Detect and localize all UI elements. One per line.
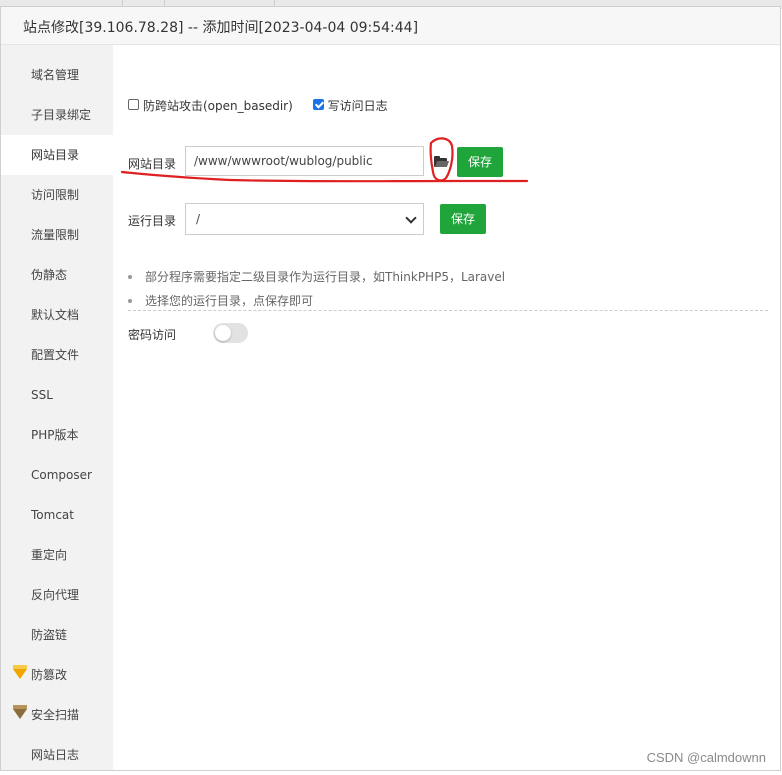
sidebar-item-default-document[interactable]: 默认文档: [1, 295, 113, 335]
sidebar-item-label: 伪静态: [31, 268, 68, 282]
save-run-directory-button[interactable]: 保存: [440, 204, 486, 234]
password-access-toggle[interactable]: [213, 323, 248, 343]
sidebar-item-domain-management[interactable]: 域名管理: [1, 55, 113, 95]
sidebar-item-label: 访问限制: [31, 188, 80, 202]
sidebar-item-php-version[interactable]: PHP版本: [1, 415, 113, 455]
site-directory-label: 网站目录: [128, 157, 177, 171]
sidebar-item-security-scan[interactable]: 安全扫描: [1, 695, 113, 735]
sidebar-item-ssl[interactable]: SSL: [1, 375, 113, 415]
run-directory-label: 运行目录: [128, 214, 177, 228]
sidebar-item-label: 防盗链: [31, 628, 68, 642]
site-directory-panel: 防跨站攻击(open_basedir) 写访问日志 网站目录 保存 运行目录 /…: [113, 45, 780, 770]
sidebar-item-label: SSL: [31, 388, 53, 402]
sidebar-item-label: PHP版本: [31, 428, 79, 442]
csdn-watermark: CSDN @calmdownn: [646, 750, 766, 765]
sidebar-item-rewrite[interactable]: 伪静态: [1, 255, 113, 295]
save-site-directory-button[interactable]: 保存: [457, 147, 503, 177]
sidebar-item-redirect[interactable]: 重定向: [1, 535, 113, 575]
sidebar-item-label: 网站目录: [31, 148, 80, 162]
sidebar-item-tomcat[interactable]: Tomcat: [1, 495, 113, 535]
chevron-down-icon: [405, 212, 417, 224]
sidebar-item-label: 子目录绑定: [31, 108, 92, 122]
settings-sidebar: 域名管理 子目录绑定 网站目录 访问限制 流量限制 伪静态 默认文档 配置文件 …: [1, 45, 113, 770]
access-log-option[interactable]: 写访问日志: [312, 97, 388, 114]
dialog-titlebar[interactable]: 站点修改[39.106.78.28] -- 添加时间[2023-04-04 09…: [1, 7, 780, 45]
run-directory-value: /: [196, 212, 201, 226]
sidebar-item-label: 反向代理: [31, 588, 80, 602]
sidebar-item-label: Composer: [31, 468, 92, 482]
sidebar-item-hotlink-protection[interactable]: 防盗链: [1, 615, 113, 655]
sidebar-item-label: 流量限制: [31, 228, 80, 242]
bronze-gem-icon: [13, 705, 27, 719]
sidebar-item-site-directory[interactable]: 网站目录: [1, 135, 113, 175]
site-edit-dialog: 站点修改[39.106.78.28] -- 添加时间[2023-04-04 09…: [0, 6, 781, 771]
sidebar-item-label: Tomcat: [31, 508, 74, 522]
folder-icon-part: [434, 161, 450, 167]
access-log-checkbox[interactable]: [312, 99, 324, 110]
folder-open-icon[interactable]: [431, 152, 451, 172]
sidebar-item-label: 重定向: [31, 548, 68, 562]
sidebar-item-site-log[interactable]: 网站日志: [1, 735, 113, 775]
gold-gem-icon: [13, 665, 27, 679]
dialog-title: 站点修改[39.106.78.28] -- 添加时间[2023-04-04 09…: [23, 20, 419, 36]
sidebar-item-label: 配置文件: [31, 348, 80, 362]
sidebar-item-access-restriction[interactable]: 访问限制: [1, 175, 113, 215]
sidebar-item-subdirectory-binding[interactable]: 子目录绑定: [1, 95, 113, 135]
sidebar-item-tamper-protection[interactable]: 防篡改: [1, 655, 113, 695]
tip-item: 部分程序需要指定二级目录作为运行目录，如ThinkPHP5，Laravel: [128, 265, 768, 289]
anti-cross-site-checkbox[interactable]: [128, 99, 139, 110]
sidebar-item-label: 默认文档: [31, 308, 80, 322]
options-row: 防跨站攻击(open_basedir) 写访问日志: [128, 97, 404, 114]
site-directory-input[interactable]: [185, 146, 424, 176]
password-access-label: 密码访问: [128, 328, 177, 342]
sidebar-item-label: 域名管理: [31, 68, 80, 82]
section-divider: [128, 310, 768, 311]
sidebar-item-reverse-proxy[interactable]: 反向代理: [1, 575, 113, 615]
anti-cross-site-label: 防跨站攻击(open_basedir): [143, 99, 293, 113]
sidebar-item-label: 防篡改: [31, 668, 68, 682]
help-tips: 部分程序需要指定二级目录作为运行目录，如ThinkPHP5，Laravel 选择…: [128, 265, 768, 313]
toggle-knob: [215, 325, 231, 341]
sidebar-item-label: 网站日志: [31, 748, 80, 762]
sidebar-item-traffic-limit[interactable]: 流量限制: [1, 215, 113, 255]
anti-cross-site-option[interactable]: 防跨站攻击(open_basedir): [128, 97, 293, 114]
sidebar-item-label: 安全扫描: [31, 708, 80, 722]
sidebar-item-config-file[interactable]: 配置文件: [1, 335, 113, 375]
sidebar-item-composer[interactable]: Composer: [1, 455, 113, 495]
run-directory-select[interactable]: /: [185, 203, 424, 235]
access-log-label: 写访问日志: [327, 99, 388, 113]
